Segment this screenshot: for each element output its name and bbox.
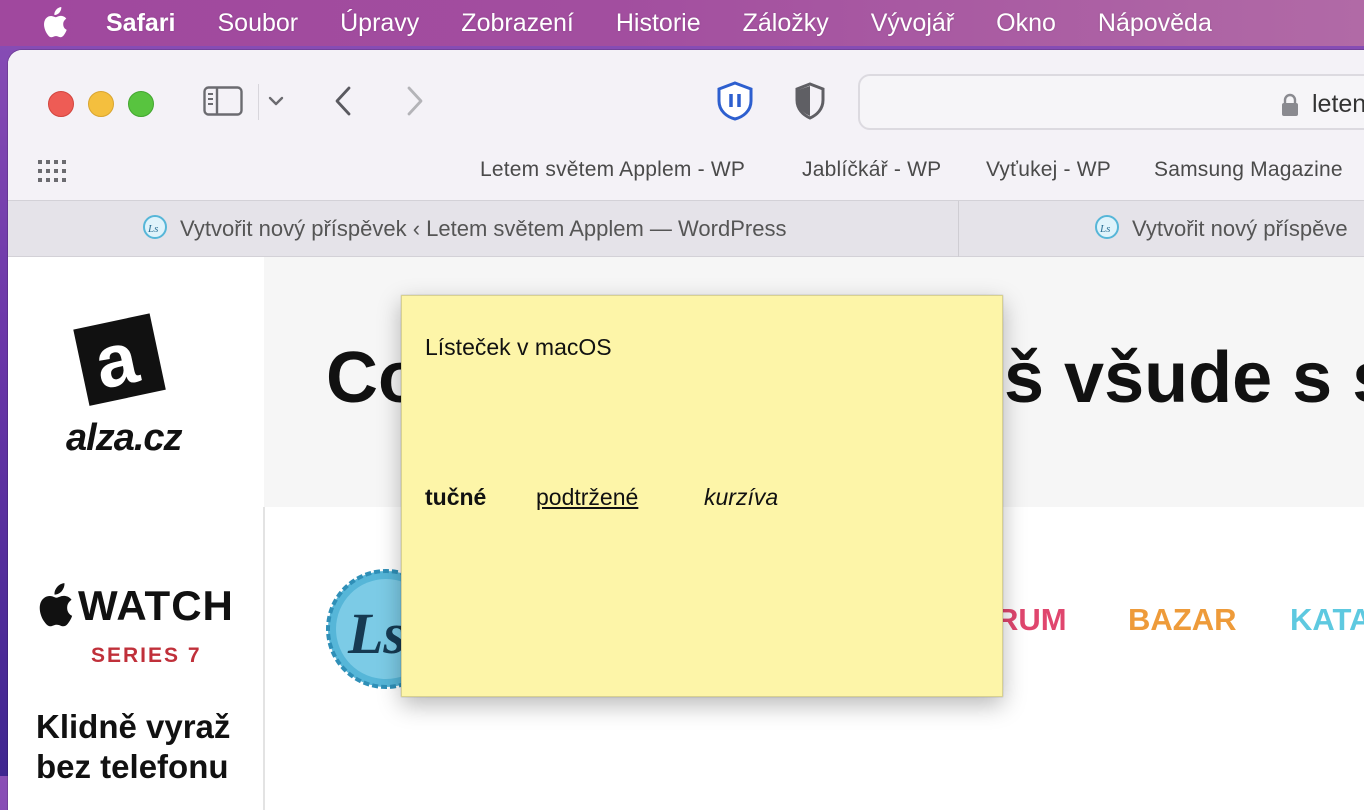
apple-menu-icon[interactable] — [38, 7, 70, 39]
svg-text:Ls: Ls — [147, 223, 158, 235]
menu-item-zalozky[interactable]: Záložky — [743, 9, 829, 38]
sticky-note-bold-text[interactable]: tučné — [425, 484, 486, 511]
nav-link-bazar[interactable]: BAZAR — [1128, 602, 1237, 638]
favorites-bar: Letem světem Applem - WP Jablíčkář - WP … — [8, 150, 1364, 192]
close-window-button[interactable] — [48, 91, 74, 117]
safari-toolbar: leten Letem světem Applem - WP Jablíčkář… — [8, 50, 1364, 200]
sticky-note-underline-text[interactable]: podtržené — [536, 484, 638, 511]
menu-item-upravy[interactable]: Úpravy — [340, 9, 419, 38]
sticky-note-italic-text[interactable]: kurzíva — [704, 484, 778, 511]
ad-line-1: Klidně vyraž — [36, 708, 231, 745]
ad-text: Klidně vyraž bez telefonu — [36, 707, 230, 787]
back-icon[interactable] — [328, 84, 358, 118]
minimize-window-button[interactable] — [88, 91, 114, 117]
menu-item-soubor[interactable]: Soubor — [217, 9, 298, 38]
menu-item-napoveda[interactable]: Nápověda — [1098, 9, 1212, 38]
lsa-favicon-icon: Ls — [142, 214, 168, 245]
menu-item-vyvojar[interactable]: Vývojář — [871, 9, 954, 38]
chevron-down-icon[interactable] — [266, 92, 286, 110]
menu-app-safari[interactable]: Safari — [106, 9, 175, 38]
menu-item-zobrazeni[interactable]: Zobrazení — [461, 9, 574, 38]
lock-icon — [1280, 93, 1300, 122]
tab-title: Vytvořit nový příspěve — [1132, 216, 1348, 241]
menu-item-okno[interactable]: Okno — [996, 9, 1056, 38]
alza-logo-text: alza.cz — [66, 417, 183, 459]
tab-separator — [958, 201, 959, 257]
tab-wordpress-2[interactable]: Ls Vytvořit nový příspěve — [1094, 201, 1348, 257]
sidebar-divider — [263, 507, 265, 810]
favorite-jablickar[interactable]: Jablíčkář - WP — [802, 158, 941, 182]
tab-wordpress-1[interactable]: Ls Vytvořit nový příspěvek ‹ Letem světe… — [142, 201, 786, 257]
forward-icon[interactable] — [400, 84, 430, 118]
zoom-window-button[interactable] — [128, 91, 154, 117]
tab-title: Vytvořit nový příspěvek ‹ Letem světem A… — [180, 216, 787, 241]
bitwarden-extension-icon[interactable] — [714, 80, 756, 122]
series-label: SERIES 7 — [91, 644, 202, 667]
alza-logo-icon[interactable]: a — [63, 307, 173, 422]
privacy-shield-icon[interactable] — [792, 80, 828, 122]
apple-watch-logo[interactable]: WATCH — [34, 582, 234, 630]
svg-text:Ls: Ls — [1099, 223, 1110, 235]
sticky-note-title[interactable]: Lísteček v macOS — [425, 334, 612, 361]
nav-link-forum[interactable]: RUM — [996, 602, 1067, 638]
menu-item-historie[interactable]: Historie — [616, 9, 701, 38]
favorite-letem-svetem-applem[interactable]: Letem světem Applem - WP — [480, 158, 745, 182]
address-bar[interactable]: leten — [858, 74, 1364, 130]
tab-bar: Ls Vytvořit nový příspěvek ‹ Letem světe… — [8, 200, 1364, 257]
sticky-note[interactable]: Lísteček v macOS tučné podtržené kurzíva — [401, 295, 1003, 697]
menu-bar: Safari Soubor Úpravy Zobrazení Historie … — [0, 0, 1364, 46]
svg-text:Ls: Ls — [347, 601, 406, 666]
ad-line-2: bez telefonu — [36, 748, 229, 785]
lsa-favicon-icon: Ls — [1094, 214, 1120, 245]
address-text: leten — [1312, 90, 1364, 118]
sidebar-toggle-icon[interactable] — [202, 84, 244, 118]
favorite-vytukej[interactable]: Vyťukej - WP — [986, 158, 1111, 182]
watch-word: WATCH — [78, 582, 234, 629]
banner-headline-right: š všude s s — [1004, 338, 1364, 418]
favorite-samsung-magazine[interactable]: Samsung Magazine — [1154, 158, 1343, 182]
toolbar-divider — [258, 84, 259, 120]
apple-logo-icon — [39, 583, 73, 627]
nav-link-katalog[interactable]: KATA — [1290, 602, 1364, 638]
